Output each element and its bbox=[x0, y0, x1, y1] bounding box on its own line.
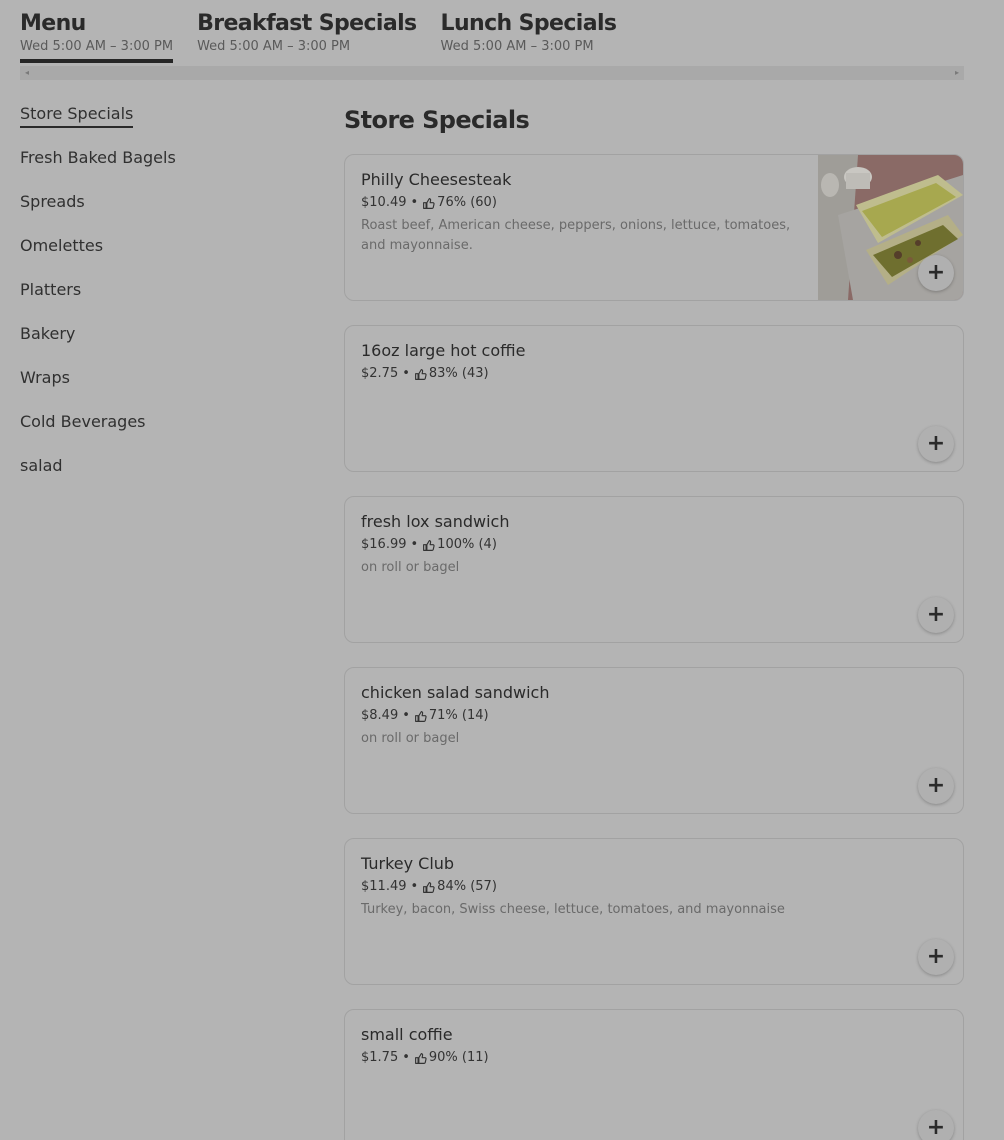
menu-item-price: $1.75 bbox=[361, 1050, 399, 1065]
menu-item-name: small coffie bbox=[361, 1025, 453, 1044]
separator-dot: • bbox=[402, 1050, 410, 1065]
separator-dot: • bbox=[402, 708, 410, 723]
sidebar-item-platters[interactable]: Platters bbox=[20, 279, 300, 323]
menu-tab-hours: Wed 5:00 AM – 3:00 PM bbox=[197, 39, 351, 54]
menu-item-card[interactable]: 16oz large hot coffie $2.75 • 83% (43) + bbox=[344, 325, 964, 472]
menu-item-meta: $8.49 • 71% (14) bbox=[361, 707, 903, 725]
menu-item-card[interactable]: Philly Cheesesteak $10.49 • 76% (60) Roa… bbox=[344, 154, 964, 301]
add-to-cart-button[interactable]: + bbox=[918, 1110, 954, 1140]
menu-item-rating: 71% (14) bbox=[428, 708, 489, 723]
add-to-cart-button[interactable]: + bbox=[918, 255, 954, 291]
menu-tab-hours: Wed 5:00 AM – 3:00 PM bbox=[440, 39, 594, 54]
sidebar-item-label: Store Specials bbox=[20, 103, 134, 128]
store-menu-page: Menu Wed 5:00 AM – 3:00 PM Breakfast Spe… bbox=[0, 0, 1004, 1140]
menu-item-name: Turkey Club bbox=[361, 854, 455, 873]
thumbs-up-icon bbox=[414, 368, 427, 380]
menu-tab-hours: Wed 5:00 AM – 3:00 PM bbox=[20, 39, 174, 54]
separator-dot: • bbox=[410, 195, 419, 210]
sidebar-item-label: Fresh Baked Bagels bbox=[20, 148, 176, 167]
menu-item-price: $16.99 bbox=[361, 537, 407, 552]
menu-tab-title: Breakfast Specials bbox=[197, 11, 417, 36]
menu-item-name: chicken salad sandwich bbox=[361, 683, 550, 702]
menu-tabs-scrollbar[interactable]: ◂ ▸ bbox=[20, 66, 964, 80]
thumbs-up-icon bbox=[423, 881, 435, 893]
sidebar-item-label: Wraps bbox=[20, 368, 70, 387]
menu-tab-breakfast-specials[interactable]: Breakfast Specials Wed 5:00 AM – 3:00 PM bbox=[197, 10, 417, 62]
menu-item-price: $2.75 bbox=[361, 366, 399, 381]
add-to-cart-button[interactable]: + bbox=[918, 597, 954, 633]
thumbs-up-icon bbox=[414, 710, 427, 722]
menu-item-meta: $1.75 • 90% (11) bbox=[361, 1049, 903, 1067]
menu-tab-title: Lunch Specials bbox=[440, 11, 617, 36]
sidebar-item-bakery[interactable]: Bakery bbox=[20, 323, 300, 367]
sidebar-item-omelettes[interactable]: Omelettes bbox=[20, 235, 300, 279]
menu-item-rating: 76% (60) bbox=[437, 195, 497, 210]
thumbs-up-icon bbox=[423, 539, 435, 551]
menu-item-body: small coffie $1.75 • 90% (11) bbox=[361, 1024, 903, 1067]
menu-item-name: 16oz large hot coffie bbox=[361, 341, 526, 360]
menu-item-card[interactable]: fresh lox sandwich $16.99 • 100% (4) on … bbox=[344, 496, 964, 643]
sidebar-item-label: Omelettes bbox=[20, 236, 104, 255]
menu-item-body: Philly Cheesesteak $10.49 • 76% (60) Roa… bbox=[361, 169, 793, 256]
menu-item-body: chicken salad sandwich $8.49 • 71% (14) … bbox=[361, 682, 903, 749]
menu-item-rating: 84% (57) bbox=[437, 879, 497, 894]
menu-item-name: fresh lox sandwich bbox=[361, 512, 510, 531]
sidebar-item-label: salad bbox=[20, 456, 63, 475]
scroll-left-icon[interactable]: ◂ bbox=[23, 69, 31, 77]
menu-item-body: 16oz large hot coffie $2.75 • 83% (43) bbox=[361, 340, 903, 383]
add-to-cart-button[interactable]: + bbox=[918, 768, 954, 804]
category-sidebar: Store Specials Fresh Baked Bagels Spread… bbox=[20, 103, 300, 499]
sidebar-item-spreads[interactable]: Spreads bbox=[20, 191, 300, 235]
menu-tab-lunch-specials[interactable]: Lunch Specials Wed 5:00 AM – 3:00 PM bbox=[441, 10, 617, 62]
menu-item-card[interactable]: chicken salad sandwich $8.49 • 71% (14) … bbox=[344, 667, 964, 814]
menu-section: Store Specials Philly Cheesesteak $10.49… bbox=[344, 104, 964, 1140]
sidebar-item-salad[interactable]: salad bbox=[20, 455, 300, 499]
menu-item-meta: $16.99 • 100% (4) bbox=[361, 536, 903, 554]
menu-item-rating: 83% (43) bbox=[428, 366, 489, 381]
sidebar-item-label: Cold Beverages bbox=[20, 412, 146, 431]
menu-item-rating: 100% (4) bbox=[437, 537, 497, 552]
sidebar-item-cold-beverages[interactable]: Cold Beverages bbox=[20, 411, 300, 455]
menu-item-name: Philly Cheesesteak bbox=[361, 170, 512, 189]
menu-item-rating: 90% (11) bbox=[428, 1050, 489, 1065]
menu-tab-title: Menu bbox=[20, 11, 86, 36]
menu-item-meta: $2.75 • 83% (43) bbox=[361, 365, 903, 383]
menu-item-meta: $10.49 • 76% (60) bbox=[361, 194, 793, 212]
sidebar-item-label: Platters bbox=[20, 280, 82, 299]
menu-item-meta: $11.49 • 84% (57) bbox=[361, 878, 903, 896]
scroll-right-icon[interactable]: ▸ bbox=[953, 69, 961, 77]
menu-item-price: $8.49 bbox=[361, 708, 399, 723]
menu-item-card[interactable]: small coffie $1.75 • 90% (11) + bbox=[344, 1009, 964, 1140]
add-to-cart-button[interactable]: + bbox=[918, 939, 954, 975]
separator-dot: • bbox=[402, 366, 410, 381]
menu-item-body: Turkey Club $11.49 • 84% (57) Turkey, ba… bbox=[361, 853, 903, 920]
sidebar-item-wraps[interactable]: Wraps bbox=[20, 367, 300, 411]
menu-item-description: on roll or bagel bbox=[361, 731, 460, 746]
menu-item-description: on roll or bagel bbox=[361, 560, 460, 575]
sidebar-item-store-specials[interactable]: Store Specials bbox=[20, 103, 300, 147]
menu-tabs: Menu Wed 5:00 AM – 3:00 PM Breakfast Spe… bbox=[20, 10, 617, 63]
menu-item-description: Roast beef, American cheese, peppers, on… bbox=[361, 218, 791, 253]
menu-item-description: Turkey, bacon, Swiss cheese, lettuce, to… bbox=[361, 902, 785, 917]
menu-item-price: $10.49 bbox=[361, 195, 407, 210]
section-title: Store Specials bbox=[344, 106, 530, 134]
sidebar-item-fresh-baked-bagels[interactable]: Fresh Baked Bagels bbox=[20, 147, 300, 191]
sidebar-item-label: Spreads bbox=[20, 192, 85, 211]
menu-item-card[interactable]: Turkey Club $11.49 • 84% (57) Turkey, ba… bbox=[344, 838, 964, 985]
thumbs-up-icon bbox=[414, 1052, 427, 1064]
separator-dot: • bbox=[410, 879, 419, 894]
menu-item-price: $11.49 bbox=[361, 879, 407, 894]
menu-item-body: fresh lox sandwich $16.99 • 100% (4) on … bbox=[361, 511, 903, 578]
sidebar-item-label: Bakery bbox=[20, 324, 76, 343]
add-to-cart-button[interactable]: + bbox=[918, 426, 954, 462]
separator-dot: • bbox=[410, 537, 419, 552]
menu-tab-menu[interactable]: Menu Wed 5:00 AM – 3:00 PM bbox=[20, 10, 174, 63]
thumbs-up-icon bbox=[423, 197, 435, 209]
